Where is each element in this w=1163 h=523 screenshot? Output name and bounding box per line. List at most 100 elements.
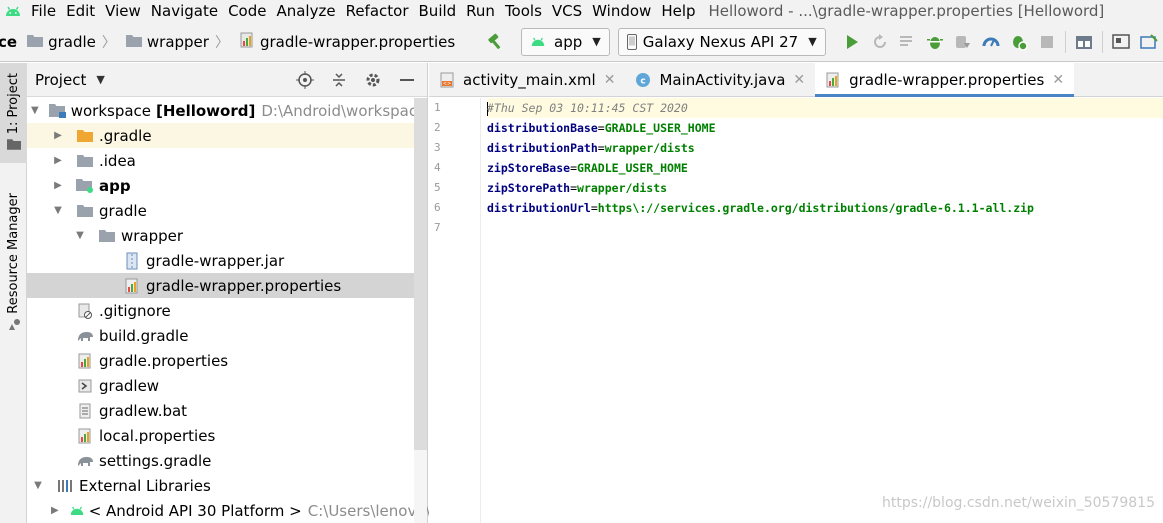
project-tool-tab[interactable]: 1: Project	[0, 63, 27, 163]
tree-row-gradlew-bat[interactable]: gradlew.bat	[27, 398, 414, 423]
menu-edit[interactable]: Edit	[61, 1, 100, 21]
project-view-title[interactable]: Project	[35, 71, 86, 89]
tree-row-android-sdk[interactable]: ▶ < Android API 30 Platform > C:\Users\l…	[27, 498, 450, 523]
expand-arrow-icon[interactable]: ▼	[51, 205, 65, 216]
toolbar-separator	[1065, 30, 1067, 53]
folder-orange-icon	[75, 127, 95, 145]
sdk-manager-icon[interactable]	[1135, 28, 1163, 56]
expand-arrow-icon[interactable]: ▼	[31, 480, 45, 491]
layout-xml-icon: <>	[437, 71, 457, 89]
menu-code[interactable]: Code	[223, 1, 271, 21]
minimize-icon[interactable]	[395, 68, 419, 92]
tree-row-workspace[interactable]: ▼ workspace [Helloword] D:\Android\works…	[27, 98, 426, 123]
line-number-gutter: 1 2 3 4 5 6 7	[429, 98, 481, 523]
code-line: distributionBase=GRADLE_USER_HOME	[487, 121, 716, 135]
tree-row-gitignore[interactable]: .gitignore	[27, 298, 414, 323]
expand-arrow-icon[interactable]: ▼	[31, 105, 39, 116]
tree-row-label: gradlew.bat	[99, 401, 188, 420]
chevron-down-icon[interactable]: ▼	[96, 73, 104, 86]
tree-row-label: settings.gradle	[99, 451, 212, 470]
menu-view[interactable]: View	[100, 1, 146, 21]
menu-navigate[interactable]: Navigate	[146, 1, 223, 21]
debug-settings-icon[interactable]	[1005, 28, 1033, 56]
locate-file-icon[interactable]	[293, 68, 317, 92]
breadcrumb-item-root[interactable]: ce	[0, 33, 17, 51]
attach-debugger-icon[interactable]	[949, 28, 977, 56]
run-play-icon[interactable]	[838, 28, 866, 56]
folder-icon	[75, 152, 95, 170]
property-key: zipStorePath	[487, 181, 571, 195]
line-number: 1	[434, 101, 441, 114]
debug-bug-icon[interactable]	[921, 28, 949, 56]
close-icon[interactable]: ✕	[793, 72, 805, 88]
menu-vcs[interactable]: VCS	[547, 1, 587, 21]
close-icon[interactable]: ✕	[1052, 72, 1064, 88]
tree-row-label: build.gradle	[99, 326, 189, 345]
project-tree-scrollbar[interactable]	[414, 98, 427, 523]
tree-row-external-libraries[interactable]: ▼ External Libraries	[27, 473, 414, 498]
avd-manager-icon[interactable]	[1107, 28, 1135, 56]
collapse-all-icon[interactable]	[327, 68, 351, 92]
tree-row-dot-gradle[interactable]: ▶ .gradle	[27, 123, 414, 148]
tree-row-gradle-wrapper-properties[interactable]: gradle-wrapper.properties	[27, 273, 414, 298]
dropdown-arrow-icon: ▼	[592, 35, 601, 48]
stop-icon[interactable]	[1033, 28, 1061, 56]
menu-refactor[interactable]: Refactor	[341, 1, 414, 21]
tree-row-dot-idea[interactable]: ▶ .idea	[27, 148, 414, 173]
resource-manager-tab[interactable]: Resource Manager	[0, 193, 27, 333]
tree-row-settings-gradle[interactable]: settings.gradle	[27, 448, 414, 473]
project-structure-icon[interactable]	[1070, 28, 1098, 56]
tree-row-app[interactable]: ▶ app	[27, 173, 414, 198]
android-logo-icon	[0, 0, 26, 22]
device-select[interactable]: Galaxy Nexus API 27 ▼	[617, 27, 826, 56]
profiler-gauge-icon[interactable]	[977, 28, 1005, 56]
device-label: Galaxy Nexus API 27	[642, 32, 799, 51]
tree-row-label: app	[99, 176, 131, 195]
tree-row-wrapper[interactable]: ▼ wrapper	[27, 223, 414, 248]
menu-run[interactable]: Run	[461, 1, 500, 21]
properties-file-icon	[239, 32, 255, 52]
gear-icon[interactable]	[361, 68, 385, 92]
run-config-label: app	[554, 32, 583, 51]
breadcrumb-item-file[interactable]: gradle-wrapper.properties	[260, 33, 455, 51]
close-icon[interactable]: ✕	[604, 72, 616, 88]
expand-arrow-icon[interactable]: ▶	[51, 155, 65, 166]
menu-tools[interactable]: Tools	[500, 1, 547, 21]
tree-row-local-properties[interactable]: local.properties	[27, 423, 414, 448]
tab-main-activity-java[interactable]: c MainActivity.java ✕	[625, 63, 815, 96]
ignore-file-icon	[75, 302, 95, 320]
tab-gradle-wrapper-properties[interactable]: gradle-wrapper.properties ✕	[815, 63, 1075, 97]
tree-row-build-gradle[interactable]: build.gradle	[27, 323, 414, 348]
property-value: wrapper/dists	[577, 181, 668, 195]
code-text-area[interactable]: #Thu Sep 03 10:11:45 CST 2020 distributi…	[487, 98, 1163, 238]
folder-icon	[75, 202, 95, 220]
tab-label: activity_main.xml	[463, 70, 596, 89]
tree-row-gradlew[interactable]: gradlew	[27, 373, 414, 398]
apply-changes-restart-icon[interactable]	[866, 28, 894, 56]
expand-arrow-icon[interactable]: ▶	[51, 130, 65, 141]
expand-arrow-icon[interactable]: ▶	[51, 505, 59, 516]
tree-row-label: External Libraries	[79, 476, 211, 495]
breadcrumb: ce gradle 〉 wrapper 〉 gradle-wrapper.pro…	[0, 32, 455, 52]
breadcrumb-item-wrapper[interactable]: wrapper	[147, 33, 209, 51]
apply-code-changes-icon[interactable]	[894, 28, 922, 56]
menu-file[interactable]: File	[26, 1, 61, 21]
menu-build[interactable]: Build	[414, 1, 462, 21]
tree-row-gradle-properties[interactable]: gradle.properties	[27, 348, 414, 373]
menu-help[interactable]: Help	[656, 1, 700, 21]
scrollbar-thumb[interactable]	[414, 98, 427, 450]
chevron-right-icon: 〉	[214, 34, 229, 51]
expand-arrow-icon[interactable]: ▼	[73, 230, 87, 241]
tab-activity-main-xml[interactable]: <> activity_main.xml ✕	[429, 63, 625, 96]
tree-row-label: .gitignore	[99, 301, 171, 320]
android-module-folder-icon	[75, 177, 95, 195]
build-hammer-icon[interactable]	[481, 28, 509, 56]
menu-analyze[interactable]: Analyze	[271, 1, 340, 21]
breadcrumb-item-gradle[interactable]: gradle	[48, 33, 96, 51]
tree-row-gradle[interactable]: ▼ gradle	[27, 198, 414, 223]
tree-row-gradle-wrapper-jar[interactable]: gradle-wrapper.jar	[27, 248, 414, 273]
run-config-select[interactable]: app ▼	[521, 27, 610, 56]
code-line: distributionUrl=https\://services.gradle…	[487, 201, 1034, 215]
menu-window[interactable]: Window	[587, 1, 656, 21]
expand-arrow-icon[interactable]: ▶	[51, 180, 65, 191]
